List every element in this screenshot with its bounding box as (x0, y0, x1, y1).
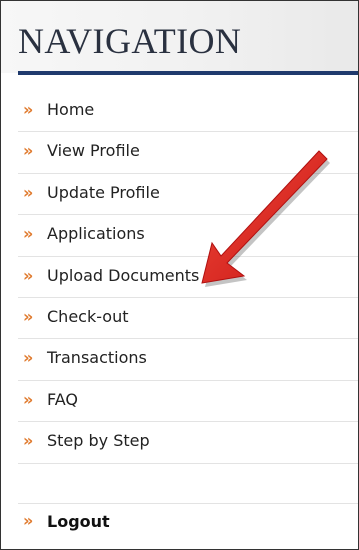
chevron-right-icon: » (23, 348, 34, 368)
navigation-header: NAVIGATION (1, 1, 358, 73)
nav-item-label: FAQ (47, 389, 78, 409)
nav-item-label: Check-out (47, 306, 129, 326)
nav-item-logout[interactable]: » Logout (18, 504, 358, 545)
chevron-right-icon: » (23, 510, 34, 530)
nav-item-applications[interactable]: » Applications (18, 215, 358, 257)
chevron-right-icon: » (23, 141, 34, 161)
nav-item-transactions[interactable]: » Transactions (18, 339, 358, 381)
nav-item-label: Step by Step (47, 431, 150, 451)
chevron-right-icon: » (23, 306, 34, 326)
nav-item-label: View Profile (47, 141, 140, 161)
nav-item-label: Home (47, 100, 95, 119)
nav-item-home[interactable]: » Home (18, 91, 358, 133)
nav-item-upload-documents[interactable]: » Upload Documents (18, 257, 358, 298)
chevron-right-icon: » (23, 265, 34, 285)
logout-label: Logout (47, 511, 110, 531)
navigation-panel: NAVIGATION » Home » View Profile » Updat… (0, 0, 359, 550)
nav-item-step-by-step[interactable]: » Step by Step (18, 422, 358, 464)
chevron-right-icon: » (23, 389, 34, 409)
chevron-right-icon: » (23, 182, 34, 202)
nav-item-view-profile[interactable]: » View Profile (18, 132, 358, 174)
navigation-title: NAVIGATION (18, 21, 242, 61)
chevron-right-icon: » (23, 100, 34, 119)
nav-item-label: Transactions (47, 348, 147, 368)
menu-divider (18, 464, 358, 504)
header-divider (18, 71, 358, 75)
nav-item-label: Update Profile (47, 182, 160, 202)
nav-item-faq[interactable]: » FAQ (18, 381, 358, 423)
chevron-right-icon: » (23, 224, 34, 244)
nav-item-label: Upload Documents (47, 265, 200, 285)
nav-item-update-profile[interactable]: » Update Profile (18, 174, 358, 216)
nav-item-check-out[interactable]: » Check-out (18, 298, 358, 340)
chevron-right-icon: » (23, 431, 34, 451)
nav-item-label: Applications (47, 224, 145, 244)
navigation-menu: » Home » View Profile » Update Profile »… (1, 91, 358, 545)
